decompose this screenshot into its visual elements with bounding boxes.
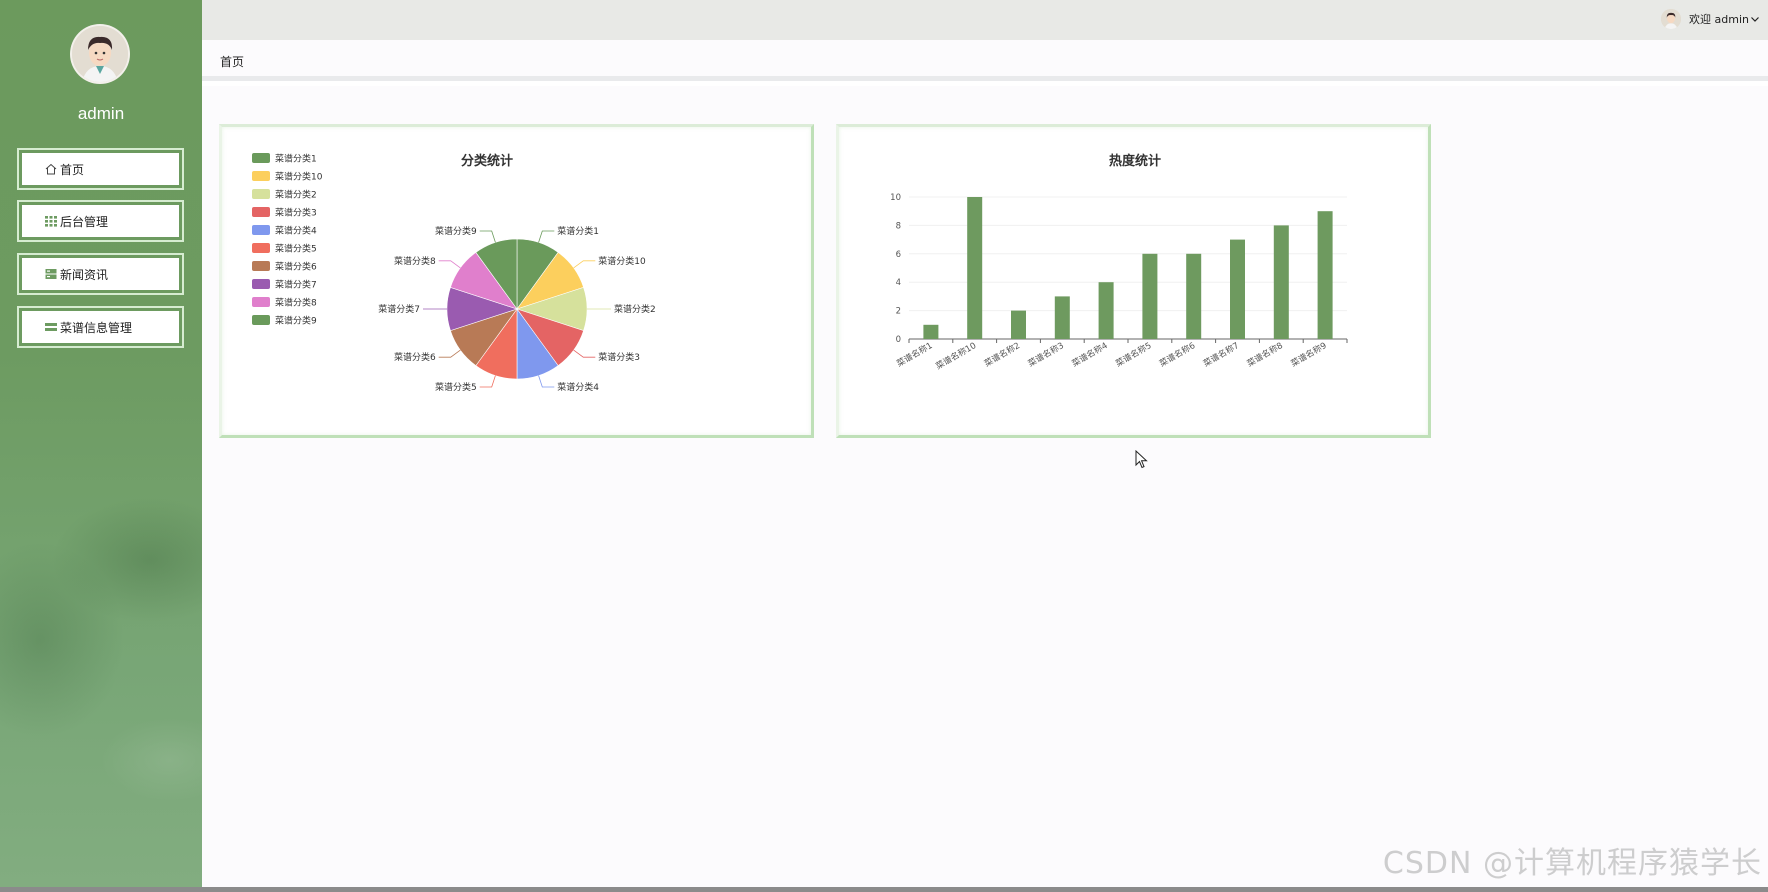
pie-label-line [538,375,555,388]
mouse-cursor-icon [1135,450,1148,469]
bar [1273,225,1289,339]
x-tick-label: 菜谱名称9 [1289,340,1329,369]
x-tick-label: 菜谱名称3 [1026,340,1066,369]
y-tick-label: 10 [890,193,901,203]
sidebar-item-admin[interactable]: 后台管理 [17,200,184,242]
pie-slice-label: 菜谱分类3 [598,351,640,363]
pie-slice-label: 菜谱分类10 [598,255,646,267]
x-tick-label: 菜谱名称8 [1245,340,1285,369]
legend-swatch [252,225,270,235]
user-menu[interactable]: 欢迎 admin [1661,8,1760,30]
legend-label: 菜谱分类4 [275,225,317,237]
legend-label: 菜谱分类7 [275,279,317,291]
x-tick-label: 菜谱名称2 [982,340,1022,369]
welcome-text: 欢迎 admin [1689,13,1749,26]
pie-slice-label: 菜谱分类9 [435,225,477,237]
sidebar-item-label: 新闻资讯 [60,267,109,282]
legend-swatch [252,189,270,199]
legend-label: 菜谱分类1 [275,153,317,165]
sidebar: admin 首页 后台管理 新闻资讯 菜谱信息管理 [0,0,202,887]
pie-label-line [573,349,596,358]
y-tick-label: 6 [896,250,901,260]
x-tick-label: 菜谱名称7 [1201,340,1241,369]
pie-label-line [438,349,461,358]
top-bar: 欢迎 admin [202,0,1768,40]
y-tick-label: 8 [896,221,901,231]
app-window: admin 首页 后台管理 新闻资讯 菜谱信息管理 欢迎 admin 首页 分类… [0,0,1768,892]
pie-slice-label: 菜谱分类8 [394,255,436,267]
x-tick-label: 菜谱名称10 [934,340,978,372]
legend-label: 菜谱分类2 [275,189,317,201]
list-icon [45,323,57,331]
legend-swatch [252,297,270,307]
legend-swatch [252,243,270,253]
pie-label-line [538,230,555,243]
bar [923,324,939,339]
legend-label: 菜谱分类3 [275,207,317,219]
pie-label-line [479,230,496,243]
popularity-bar-chart: 热度统计0246810菜谱名称1 菜谱名称10 菜谱名称2 菜谱名称3 菜谱名称4 菜谱名… [890,153,1348,372]
sidebar-username: admin [77,104,125,123]
user-avatar-icon [72,26,128,82]
category-stats-card: 分类统计 菜谱分类1 菜谱分类10 菜谱分类2 菜谱分类3 菜谱分类4 菜谱分类5 菜谱分类6… [219,124,814,438]
bar [1186,253,1202,339]
sidebar-item-news[interactable]: 新闻资讯 [17,253,184,295]
y-tick-label: 2 [896,307,901,317]
category-pie-chart: 分类统计菜谱分类1菜谱分类10菜谱分类2菜谱分类3菜谱分类4菜谱分类5菜谱分类6… [252,153,656,393]
pie-slice-label: 菜谱分类5 [435,381,477,393]
sidebar-item-label: 后台管理 [60,214,109,229]
x-tick-label: 菜谱名称5 [1114,340,1154,369]
pie-slice-label: 菜谱分类6 [394,351,436,363]
sidebar-item-recipe-management[interactable]: 菜谱信息管理 [17,306,184,348]
top-avatar [1661,9,1682,29]
y-tick-label: 4 [896,278,901,288]
pie-slice-label: 菜谱分类1 [557,225,599,237]
y-tick-label: 0 [896,335,901,345]
sidebar-avatar[interactable] [70,24,130,84]
legend-swatch [252,207,270,217]
legend-swatch [252,153,270,163]
bar [1011,310,1026,339]
legend-label: 菜谱分类9 [275,315,317,327]
bar [1230,239,1245,339]
legend-swatch [252,315,270,325]
legend-swatch [252,261,270,271]
bar [1142,253,1158,339]
bar [1317,211,1333,339]
watermark: CSDN @计算机程序猿学长 [1382,846,1762,881]
sidebar-item-home[interactable]: 首页 [17,148,184,190]
user-avatar-icon [1661,9,1682,29]
main-content: 分类统计 菜谱分类1 菜谱分类10 菜谱分类2 菜谱分类3 菜谱分类4 菜谱分类5 菜谱分类6… [202,86,1768,887]
home-icon [45,163,57,175]
pie-slice-label: 菜谱分类4 [557,381,599,393]
x-tick-label: 菜谱名称6 [1158,340,1198,369]
pie-label-line [438,260,461,269]
bar [967,197,983,339]
chart-title: 热度统计 [1109,153,1161,169]
legend-label: 菜谱分类10 [275,171,323,183]
breadcrumb-bar: 首页 [202,40,1768,81]
news-icon [45,269,57,279]
sidebar-item-label: 首页 [60,162,85,177]
chart-title: 分类统计 [461,153,513,169]
sidebar-item-label: 菜谱信息管理 [60,320,133,335]
pie-label-line [479,375,496,388]
legend-label: 菜谱分类6 [275,261,317,273]
legend-label: 菜谱分类8 [275,297,317,309]
legend-swatch [252,279,270,289]
x-tick-label: 菜谱名称4 [1070,340,1110,369]
window-bottom-edge [0,887,1768,892]
chevron-down-icon [1751,17,1759,22]
legend-label: 菜谱分类5 [275,243,317,255]
bar [1054,296,1070,339]
pie-label-line [573,260,596,269]
popularity-stats-card: 热度统计 0 2 4 6 8 10 菜谱名称1 菜谱名称10 菜谱名称2 菜谱名称3 菜谱名称4 菜谱名… [836,124,1431,438]
pie-slice-label: 菜谱分类7 [378,303,420,315]
grid-icon [45,216,57,227]
pie-slice-label: 菜谱分类2 [614,303,656,315]
bar [1098,282,1114,339]
legend-swatch [252,171,270,181]
breadcrumb[interactable]: 首页 [220,53,244,70]
